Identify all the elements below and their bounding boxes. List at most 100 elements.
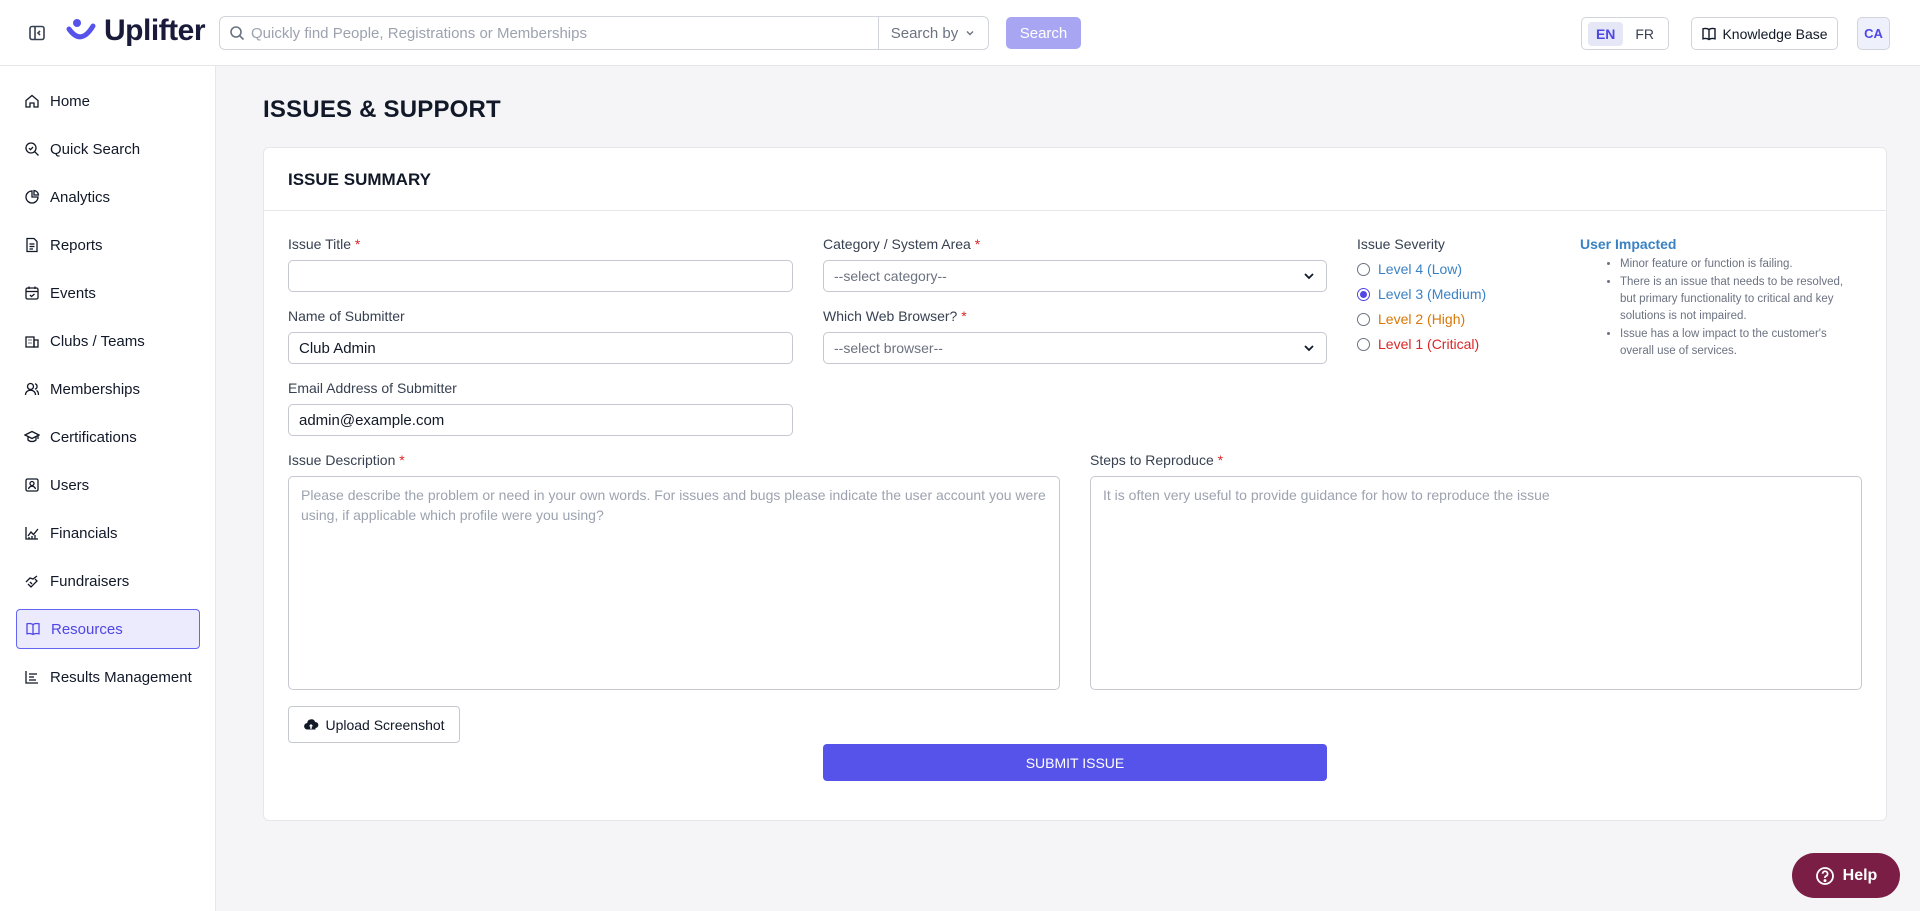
browser-label: Which Web Browser? * bbox=[823, 308, 967, 324]
submit-issue-button[interactable]: SUBMIT ISSUE bbox=[823, 744, 1327, 781]
sidebar-item-memberships[interactable]: Memberships bbox=[16, 369, 200, 409]
upload-screenshot-button[interactable]: Upload Screenshot bbox=[288, 706, 460, 743]
home-icon bbox=[25, 94, 39, 108]
sidebar-item-clubs-teams[interactable]: Clubs / Teams bbox=[16, 321, 200, 361]
sidebar-item-resources[interactable]: Resources bbox=[16, 609, 200, 649]
sidebar-item-fundraisers[interactable]: Fundraisers bbox=[16, 561, 200, 601]
severity-option-level-2[interactable]: Level 2 (High) bbox=[1357, 311, 1465, 327]
sidebar-item-users[interactable]: Users bbox=[16, 465, 200, 505]
bar-chart-icon bbox=[25, 671, 38, 684]
language-switcher: EN FR bbox=[1581, 17, 1669, 50]
search-input[interactable] bbox=[245, 17, 878, 49]
sidebar-item-label: Analytics bbox=[50, 188, 111, 206]
issue-title-input[interactable] bbox=[288, 260, 793, 292]
sidebar-item-quick-search[interactable]: Quick Search bbox=[16, 129, 200, 169]
sidebar-item-label: Events bbox=[50, 284, 96, 302]
top-header: Uplifter Search by Search EN FR Knowledg… bbox=[0, 0, 1920, 66]
severity-option-label: Level 1 (Critical) bbox=[1378, 336, 1480, 352]
description-label: Issue Description * bbox=[288, 452, 405, 468]
book-open-icon bbox=[1702, 27, 1717, 40]
knowledge-base-label: Knowledge Base bbox=[1722, 25, 1828, 42]
cloud-upload-icon bbox=[304, 718, 319, 730]
sidebar-item-financials[interactable]: Financials bbox=[16, 513, 200, 553]
help-button[interactable]: Help bbox=[1792, 853, 1900, 898]
user-impacted-list: Minor feature or function is failing. Th… bbox=[1600, 256, 1850, 361]
global-search: Search by bbox=[219, 16, 989, 50]
severity-option-level-4[interactable]: Level 4 (Low) bbox=[1357, 261, 1462, 277]
user-card-icon bbox=[25, 478, 39, 492]
list-item: There is an issue that needs to be resol… bbox=[1620, 274, 1850, 325]
submitter-name-label: Name of Submitter bbox=[288, 308, 405, 324]
help-label: Help bbox=[1842, 866, 1878, 884]
user-impacted-title: User Impacted bbox=[1580, 236, 1677, 252]
upload-screenshot-label: Upload Screenshot bbox=[325, 716, 445, 733]
radio-button[interactable] bbox=[1357, 262, 1370, 276]
submitter-name-input[interactable] bbox=[288, 332, 793, 364]
sidebar-item-certifications[interactable]: Certifications bbox=[16, 417, 200, 457]
sidebar-item-analytics[interactable]: Analytics bbox=[16, 177, 200, 217]
book-icon bbox=[26, 622, 40, 636]
calendar-icon bbox=[25, 286, 39, 300]
sidebar-item-label: Users bbox=[50, 476, 90, 494]
lang-en-button[interactable]: EN bbox=[1587, 21, 1624, 46]
uplifter-logo[interactable]: Uplifter bbox=[66, 14, 206, 48]
severity-option-level-1[interactable]: Level 1 (Critical) bbox=[1357, 336, 1479, 352]
chevron-down-icon bbox=[1304, 345, 1314, 352]
severity-option-label: Level 4 (Low) bbox=[1378, 261, 1463, 277]
sidebar-item-label: Memberships bbox=[50, 380, 141, 398]
category-label-text: Category / System Area bbox=[823, 236, 971, 252]
building-icon bbox=[25, 336, 39, 348]
search-icon bbox=[25, 142, 39, 156]
card-header: ISSUE SUMMARY bbox=[264, 148, 1886, 211]
user-group-icon bbox=[24, 382, 40, 396]
steps-to-reproduce-textarea[interactable]: It is often very useful to provide guida… bbox=[1090, 476, 1862, 690]
sidebar-item-label: Home bbox=[50, 92, 91, 110]
required-mark: * bbox=[1217, 452, 1224, 468]
lang-fr-button[interactable]: FR bbox=[1627, 22, 1662, 46]
list-item: Minor feature or function is failing. bbox=[1620, 256, 1850, 273]
category-label: Category / System Area * bbox=[823, 236, 980, 252]
required-mark: * bbox=[961, 308, 967, 324]
card-title: ISSUE SUMMARY bbox=[288, 170, 431, 189]
sidebar-item-label: Certifications bbox=[50, 428, 137, 446]
sidebar-item-reports[interactable]: Reports bbox=[16, 225, 200, 265]
category-select[interactable]: --select category-- bbox=[823, 260, 1327, 292]
radio-button[interactable] bbox=[1357, 312, 1370, 326]
issue-description-textarea[interactable]: Please describe the problem or need in y… bbox=[288, 476, 1060, 690]
browser-label-text: Which Web Browser? bbox=[823, 308, 958, 324]
radio-button[interactable] bbox=[1357, 337, 1370, 351]
sidebar-item-home[interactable]: Home bbox=[16, 81, 200, 121]
search-icon bbox=[230, 26, 245, 41]
search-by-label: Search by bbox=[890, 24, 959, 42]
description-label-text: Issue Description bbox=[288, 452, 396, 468]
browser-select-value: --select browser-- bbox=[834, 340, 943, 356]
user-avatar[interactable]: CA bbox=[1857, 17, 1890, 50]
sidebar-item-events[interactable]: Events bbox=[16, 273, 200, 313]
chevron-down-icon bbox=[1304, 273, 1314, 280]
textarea-placeholder: Please describe the problem or need in y… bbox=[301, 487, 1046, 523]
sidebar-item-label: Financials bbox=[50, 524, 118, 542]
sidebar-item-results-management[interactable]: Results Management bbox=[16, 657, 200, 697]
issue-title-label-text: Issue Title bbox=[288, 236, 352, 252]
sidebar: Home Quick Search Analytics Reports Even… bbox=[0, 66, 216, 911]
sidebar-item-label: Clubs / Teams bbox=[50, 332, 145, 350]
issue-title-label: Issue Title * bbox=[288, 236, 360, 252]
sidebar-toggle-icon[interactable] bbox=[28, 24, 46, 42]
steps-label: Steps to Reproduce * bbox=[1090, 452, 1223, 468]
logo-text: Uplifter bbox=[104, 14, 206, 47]
sidebar-item-label: Quick Search bbox=[50, 140, 141, 158]
severity-option-level-3[interactable]: Level 3 (Medium) bbox=[1357, 286, 1486, 302]
sidebar-item-label: Resources bbox=[51, 620, 123, 638]
browser-select[interactable]: --select browser-- bbox=[823, 332, 1327, 364]
required-mark: * bbox=[399, 452, 405, 468]
search-by-dropdown[interactable]: Search by bbox=[878, 17, 988, 49]
radio-button[interactable] bbox=[1357, 287, 1370, 301]
sidebar-item-label: Results Management bbox=[50, 668, 192, 686]
knowledge-base-button[interactable]: Knowledge Base bbox=[1691, 17, 1838, 50]
submitter-email-input[interactable] bbox=[288, 404, 793, 436]
sidebar-item-label: Fundraisers bbox=[50, 572, 130, 590]
severity-option-label: Level 3 (Medium) bbox=[1378, 286, 1487, 302]
search-button[interactable]: Search bbox=[1006, 17, 1081, 49]
graduation-cap-icon bbox=[24, 430, 40, 443]
uplifter-logo-icon bbox=[66, 19, 96, 40]
